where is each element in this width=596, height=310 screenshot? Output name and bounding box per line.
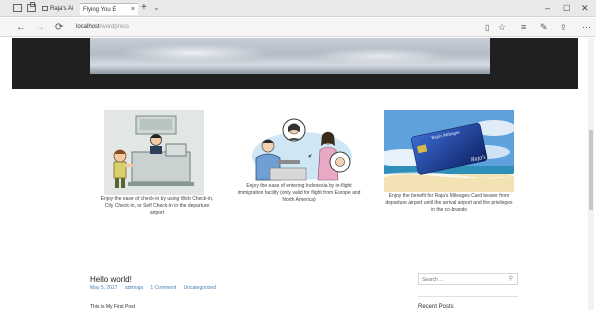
search-icon[interactable]: ⚲ — [509, 275, 513, 282]
address-toolbar: ← → ⟳ localhost/wordpress ▯ ☆ ≡ ✎ ⇪ ⋯ — [0, 18, 596, 37]
new-tab-button[interactable]: + — [141, 2, 147, 14]
feature-caption: Enjoy the ease of check-in by using Web … — [100, 196, 214, 216]
tab-flying-you[interactable]: Flying You E × — [80, 3, 138, 15]
feature-caption: Enjoy the benefit for Raja's Mileages Ca… — [385, 193, 513, 213]
post-comments-link[interactable]: 1 Comment — [150, 285, 176, 291]
mileages-card-beach-image: Raja's Mileages Raja's — [384, 110, 514, 192]
page-favicon-icon — [42, 6, 48, 11]
recent-posts-heading: Recent Posts — [418, 304, 454, 310]
check-in-kiosk-illustration — [104, 110, 204, 195]
page-scrollbar[interactable] — [588, 38, 594, 310]
post-excerpt: This is My First Post — [90, 304, 136, 310]
tab-rajas-air[interactable]: Raja's Ai — [42, 3, 78, 15]
back-button[interactable]: ← — [16, 21, 26, 34]
header-sky-image — [90, 38, 490, 74]
post-meta: May 5, 2017 admraja 1 Comment Uncategori… — [90, 285, 222, 291]
web-note-icon[interactable]: ✎ — [540, 21, 548, 34]
feature-mileages-card: Raja's Mileages Raja's Enjoy the benefit… — [384, 110, 516, 235]
reading-view-icon[interactable]: ▯ — [485, 21, 489, 34]
post-category-link[interactable]: Uncategorized — [184, 285, 216, 291]
refresh-button[interactable]: ⟳ — [55, 21, 63, 34]
feature-caption: Enjoy the ease of entering Indonesia by … — [237, 183, 361, 203]
tab-label: Flying You E — [83, 7, 117, 13]
maximize-button[interactable]: ▢ — [563, 2, 571, 14]
forward-button[interactable]: → — [35, 21, 45, 34]
tab-list-chevron-icon[interactable]: ⌄ — [153, 2, 160, 14]
browser-tab-bar: Raja's Ai Flying You E × + ⌄ – ▢ ✕ — [0, 0, 596, 17]
minimize-button[interactable]: – — [545, 2, 550, 14]
tab-close-icon[interactable]: × — [131, 4, 135, 16]
header-banner — [12, 38, 578, 89]
url-host: localhost — [76, 24, 100, 30]
more-actions-icon[interactable]: ⋯ — [582, 21, 591, 34]
search-input[interactable] — [422, 275, 502, 284]
tab-label: Raja's Ai — [50, 6, 74, 12]
in-flight-immigration-illustration — [252, 116, 352, 182]
sidebar-divider — [418, 296, 518, 297]
share-icon[interactable]: ⇪ — [560, 21, 567, 34]
scrollbar-thumb[interactable] — [589, 130, 593, 210]
tab-preview-icon[interactable] — [13, 4, 22, 12]
post-author-link[interactable]: admraja — [125, 285, 143, 291]
address-bar[interactable]: localhost/wordpress — [76, 22, 476, 33]
search-box: ⚲ — [418, 273, 518, 285]
feature-immigration: Enjoy the ease of entering Indonesia by … — [234, 110, 364, 235]
favorite-star-icon[interactable]: ☆ — [498, 21, 506, 34]
close-window-button[interactable]: ✕ — [581, 2, 589, 14]
set-tabs-aside-icon[interactable] — [27, 2, 36, 12]
url-path: /wordpress — [99, 24, 130, 30]
post-date-link[interactable]: May 5, 2017 — [90, 285, 118, 291]
feature-check-in: Enjoy the ease of check-in by using Web … — [98, 110, 218, 235]
hub-icon[interactable]: ≡ — [521, 21, 526, 34]
post-title-link[interactable]: Hello world! — [90, 275, 132, 284]
